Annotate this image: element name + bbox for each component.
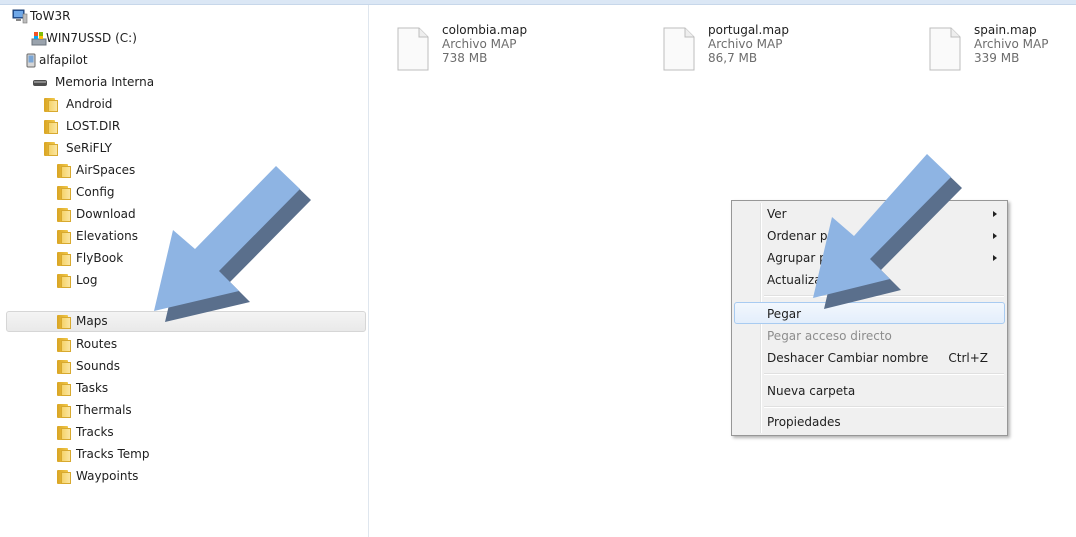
folder-icon — [57, 425, 71, 440]
tree-item-maps[interactable]: Maps — [6, 311, 366, 332]
menu-item-actualizar[interactable]: Actualizar — [734, 269, 1005, 291]
folder-icon — [57, 447, 71, 462]
file-size: 339 MB — [974, 51, 1020, 65]
folder-icon — [57, 403, 71, 418]
menu-item-label: Nueva carpeta — [767, 384, 856, 398]
file-icon — [929, 27, 961, 71]
tree-item-label: Tracks — [76, 425, 114, 439]
file-icon — [397, 27, 429, 71]
tree-item-label: Log — [76, 273, 98, 287]
tree-item-label: LOST.DIR — [66, 119, 121, 133]
menu-item-label: Pegar — [767, 307, 802, 321]
file-item-portugal[interactable]: portugal.map Archivo MAP 86,7 MB — [663, 23, 863, 79]
menu-item-ver[interactable]: Ver — [734, 203, 1005, 225]
computer-icon — [12, 9, 28, 24]
folder-icon — [57, 314, 71, 329]
menu-item-pegar[interactable]: Pegar — [734, 302, 1005, 324]
menu-item-label: Deshacer Cambiar nombre — [767, 351, 929, 365]
tree-item-label: Memoria Interna — [55, 75, 155, 89]
menu-item-pegar-acceso-directo[interactable]: Pegar acceso directo — [734, 325, 1005, 347]
device-icon — [26, 53, 36, 68]
navigation-pane[interactable]: ToW3R WIN7USSD (C:) alfapilot Memoria In… — [0, 5, 368, 537]
menu-separator — [764, 373, 1004, 375]
tree-item-label: Sounds — [76, 359, 121, 373]
file-icon — [663, 27, 695, 71]
tree-item-label: Waypoints — [76, 469, 139, 483]
folder-icon — [44, 97, 58, 112]
file-type: Archivo MAP — [708, 37, 783, 51]
tree-item-label: Download — [76, 207, 136, 221]
menu-item-label: Ordenar por — [767, 229, 840, 243]
folder-icon — [57, 273, 71, 288]
folder-icon — [57, 359, 71, 374]
file-size: 86,7 MB — [708, 51, 758, 65]
menu-item-label: Agrupar por — [767, 251, 839, 265]
tree-item-label: Elevations — [76, 229, 138, 243]
submenu-arrow-icon — [993, 233, 997, 239]
file-item-colombia[interactable]: colombia.map Archivo MAP 738 MB — [397, 23, 597, 79]
file-name: spain.map — [974, 23, 1037, 37]
tree-item-label: Routes — [76, 337, 118, 351]
folder-icon — [57, 381, 71, 396]
folder-icon — [44, 119, 58, 134]
tree-item-label: Thermals — [76, 403, 132, 417]
menu-item-shortcut: Ctrl+Z — [948, 351, 988, 365]
menu-item-label: Actualizar — [767, 273, 827, 287]
folder-icon — [57, 185, 71, 200]
menu-item-label: Ver — [767, 207, 787, 221]
menu-item-nueva-carpeta[interactable]: Nueva carpeta — [734, 380, 1005, 402]
folder-icon — [57, 229, 71, 244]
menu-item-deshacer[interactable]: Deshacer Cambiar nombre Ctrl+Z — [734, 347, 1005, 369]
folder-icon — [57, 163, 71, 178]
tree-item-label: SeRiFLY — [66, 141, 112, 155]
tree-item-label: Maps — [76, 314, 108, 328]
submenu-arrow-icon — [993, 255, 997, 261]
file-name: portugal.map — [708, 23, 789, 37]
menu-separator — [764, 295, 1004, 297]
storage-icon — [33, 80, 47, 86]
menu-item-label: Pegar acceso directo — [767, 329, 892, 343]
menu-item-propiedades[interactable]: Propiedades — [734, 411, 1005, 433]
menu-item-ordenar-por[interactable]: Ordenar por — [734, 225, 1005, 247]
submenu-arrow-icon — [993, 211, 997, 217]
tree-item-label: AirSpaces — [76, 163, 136, 177]
tree-item-label: ToW3R — [30, 9, 71, 23]
context-menu: Ver Ordenar por Agrupar por Actualizar P… — [731, 200, 1008, 436]
tree-item-label: WIN7USSD (C:) — [46, 31, 137, 45]
folder-icon — [57, 207, 71, 222]
file-type: Archivo MAP — [974, 37, 1049, 51]
folder-icon — [57, 469, 71, 484]
tree-item-label: Config — [76, 185, 115, 199]
menu-item-label: Propiedades — [767, 415, 841, 429]
file-size: 738 MB — [442, 51, 488, 65]
folder-icon — [57, 251, 71, 266]
tree-item-label: Tasks — [76, 381, 109, 395]
file-type: Archivo MAP — [442, 37, 517, 51]
tree-item-label: FlyBook — [76, 251, 124, 265]
folder-icon — [44, 141, 58, 156]
tree-item-label: Tracks Temp — [76, 447, 150, 461]
file-item-spain[interactable]: spain.map Archivo MAP 339 MB — [929, 23, 1076, 79]
file-name: colombia.map — [442, 23, 528, 37]
folder-icon — [57, 337, 71, 352]
tree-item-label: alfapilot — [39, 53, 88, 67]
tree-item-label: Android — [66, 97, 113, 111]
menu-separator — [764, 406, 1004, 408]
menu-item-agrupar-por[interactable]: Agrupar por — [734, 247, 1005, 269]
drive-icon — [31, 32, 47, 46]
